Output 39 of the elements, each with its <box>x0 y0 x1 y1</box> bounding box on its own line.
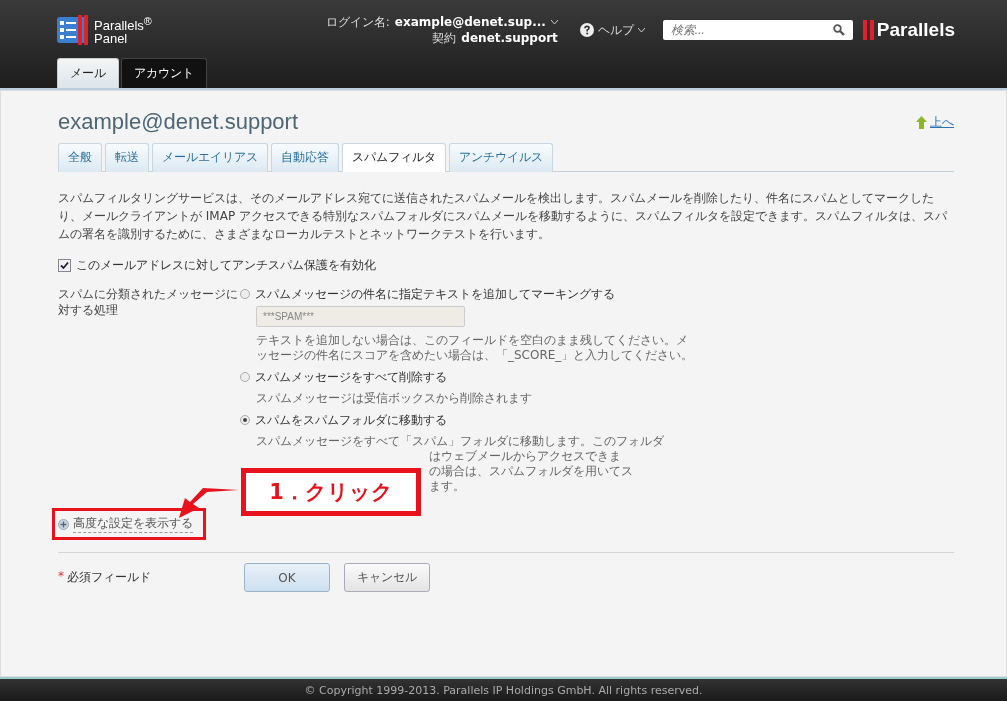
hint-text: ます。 <box>429 479 465 493</box>
description-text: スパムフィルタリングサービスは、そのメールアドレス宛てに送信されたスパムメールを検出します。スパムメールを削除したり、件名にスパムとしてマークしたり、メールクライアントが IMAP アクセスできる特別なスパムフォルダにスパムメールを移動するように、スパムフィルタを設定できます。スパムフィルタは、スパムの署名を識別するために、さまざまなローカルテストとネットワークテストを行います。 <box>58 190 948 243</box>
hint-text: の場合は、スパムフォルダを用いてス <box>429 464 633 478</box>
main-tab[interactable]: アカウント <box>121 58 207 88</box>
required-label: 必須フィールド <box>67 569 151 586</box>
radio-label: スパムメッセージをすべて削除する <box>255 369 447 385</box>
ok-button[interactable]: OK <box>244 563 330 592</box>
login-label: ログイン名: <box>325 14 390 30</box>
checkbox-label: このメールアドレスに対してアンチスパム保護を有効化 <box>76 257 376 274</box>
tab[interactable]: スパムフィルタ <box>342 143 446 172</box>
brand-logo: Parallels <box>876 19 955 41</box>
radio-label: スパムをスパムフォルダに移動する <box>255 412 447 428</box>
field-label: スパムに分類されたメッセージに対する処理 <box>58 286 239 318</box>
page-title: example@denet.support <box>58 109 299 135</box>
hint-text: スパムメッセージは受信ボックスから削除されます <box>256 391 532 405</box>
callout-box: 1．クリック <box>241 468 421 516</box>
tab[interactable]: 全般 <box>58 143 102 172</box>
help-menu[interactable]: ヘルプ <box>579 21 645 39</box>
hint-text: テキストを追加しない場合は、このフィールドを空白のまま残してください。メッセージの件名にスコアを含めたい場合は、「_SCORE_」と入力してください。 <box>256 333 694 362</box>
radio-label: スパムメッセージの件名に指定テキストを追加してマーキングする <box>255 286 615 302</box>
cancel-button[interactable]: キャンセル <box>344 563 430 592</box>
product-name: Parallels$^{®}$ <box>94 14 152 33</box>
tab[interactable]: 転送 <box>105 143 149 172</box>
main-tab[interactable]: メール <box>57 58 119 88</box>
up-link[interactable]: 上へ <box>930 113 954 131</box>
tab[interactable]: アンチウイルス <box>449 143 553 172</box>
tab[interactable]: メールエイリアス <box>152 143 268 172</box>
product-name: Panel <box>94 32 129 46</box>
help-label: ヘルプ <box>597 21 634 39</box>
required-mark: * <box>58 569 64 585</box>
hint-text: スパムメッセージをすべて「スパム」フォルダに移動します。このフォルダ <box>256 434 664 448</box>
hint-text: はウェブメールからアクセスできま <box>429 449 621 463</box>
tab[interactable]: 自動応答 <box>271 143 339 172</box>
contract-label: 契約 <box>432 30 457 46</box>
contract-value: denet.support <box>461 30 558 46</box>
search-field[interactable]: 検索... <box>662 20 853 40</box>
copyright-text: © Copyright 1999-2013. Parallels IP Holdings GmbH. All rights reserved. <box>304 683 703 697</box>
login-value[interactable]: example@denet.sup... <box>394 14 546 30</box>
advanced-settings-link[interactable]: 高度な設定を表示する <box>73 515 193 533</box>
